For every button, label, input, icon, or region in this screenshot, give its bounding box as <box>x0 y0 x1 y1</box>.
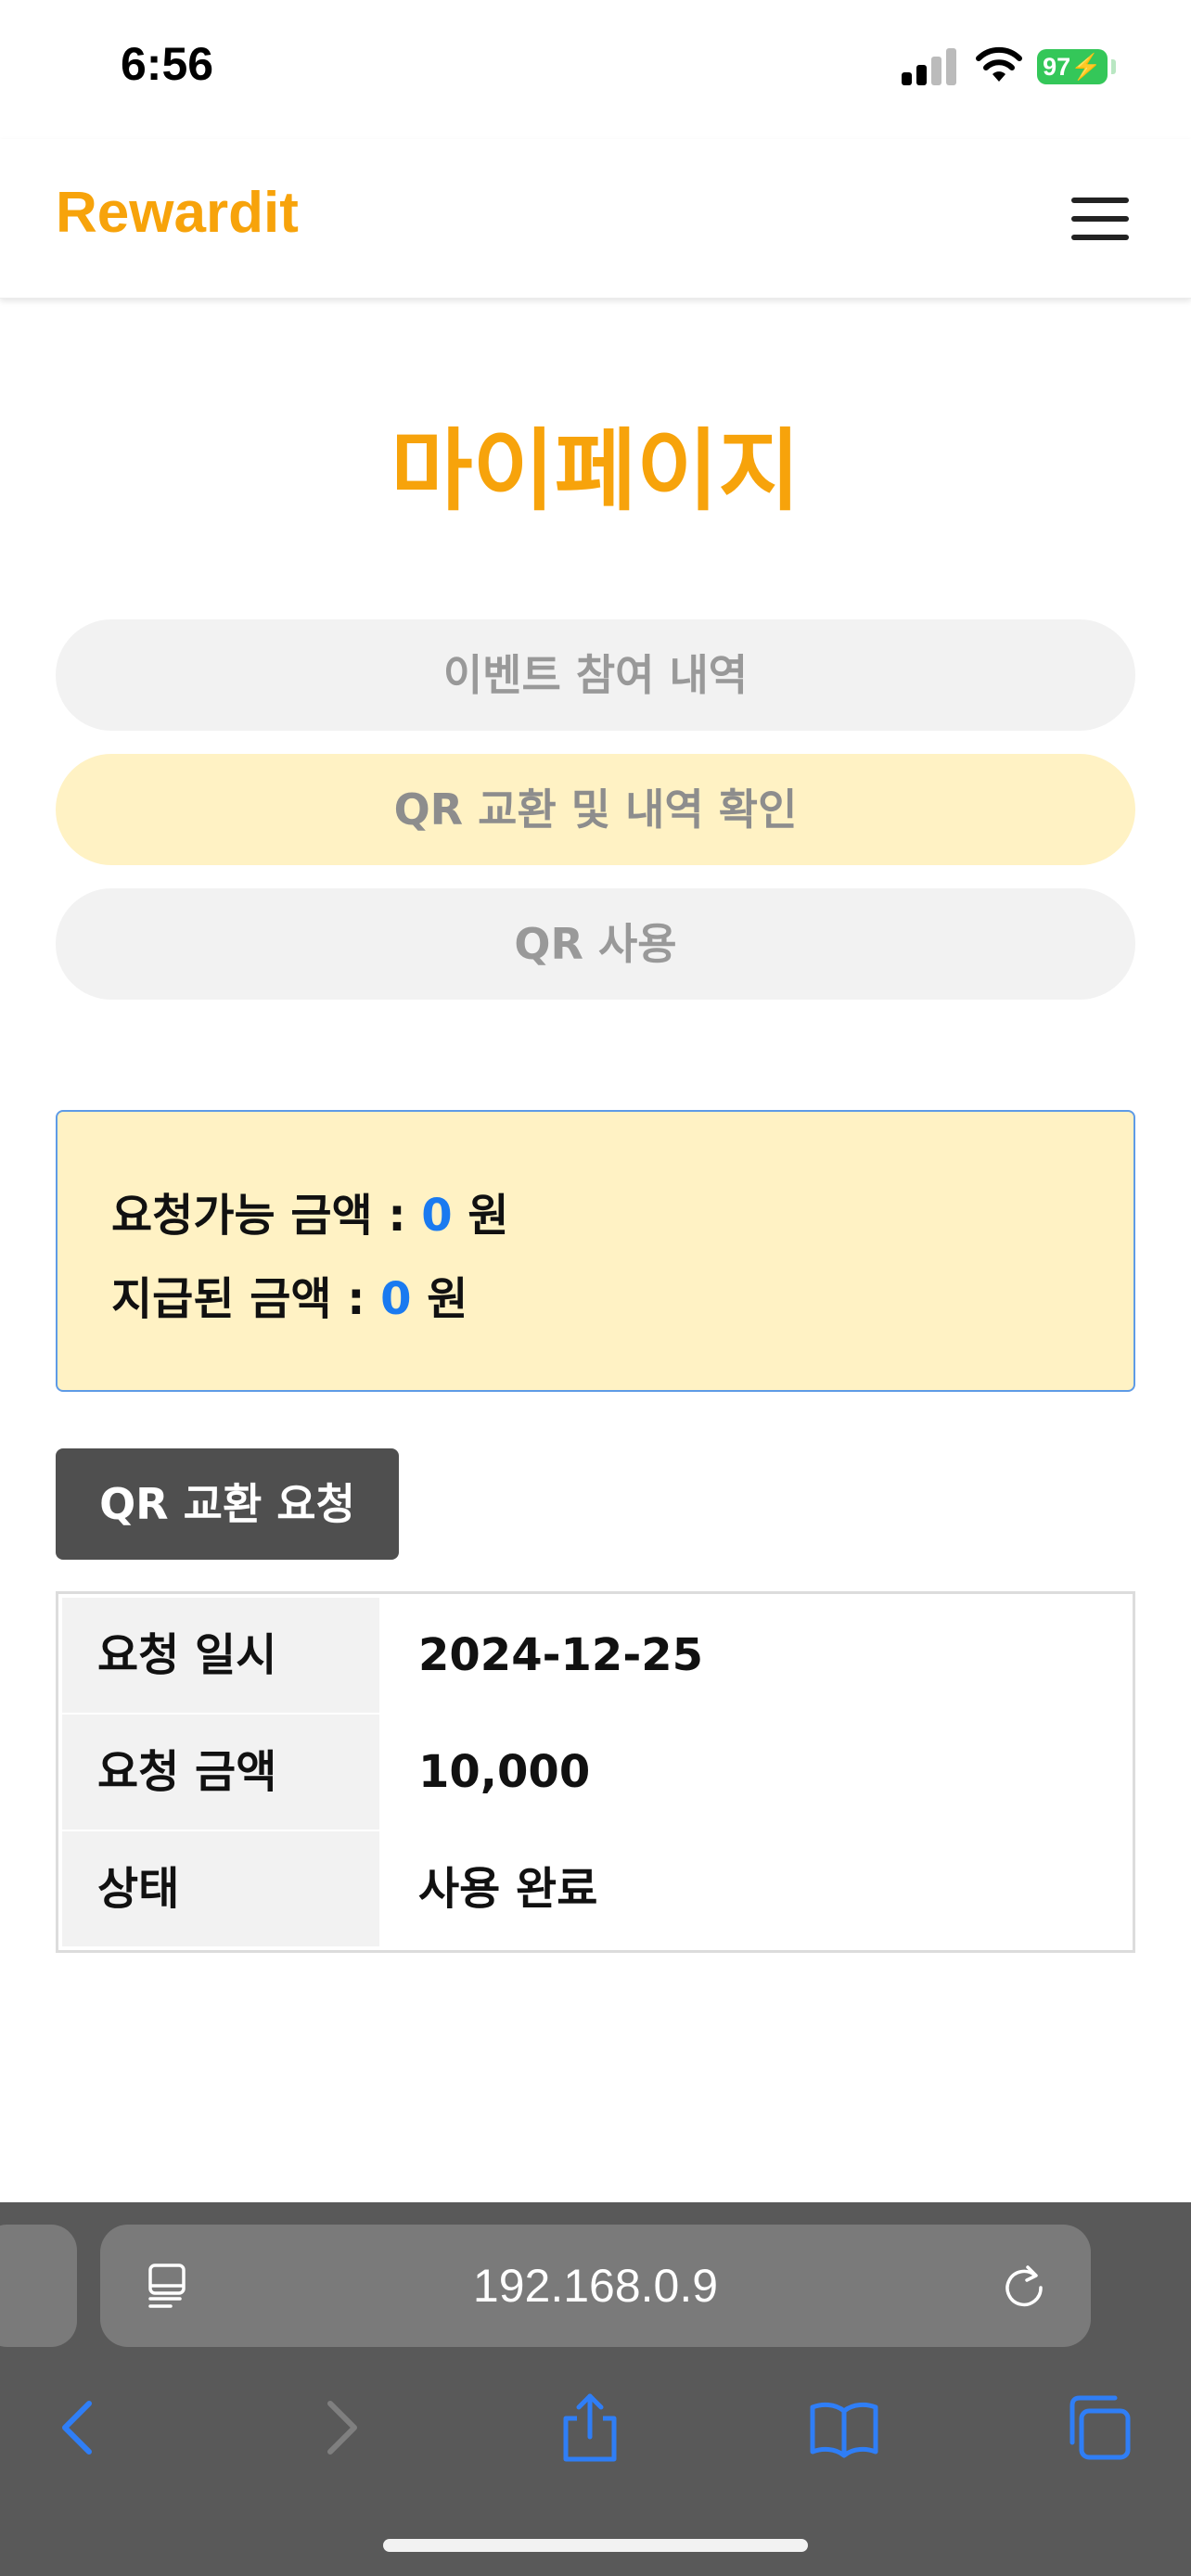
paid-amount: 지급된 금액 : 0 원 <box>111 1262 467 1327</box>
paid-amount-label: 지급된 금액 : <box>111 1273 381 1325</box>
address-url[interactable]: 192.168.0.9 <box>100 2225 1091 2347</box>
page-title: 마이페이지 <box>391 419 800 523</box>
table-row: 요청 금액 10,000 <box>62 1715 1131 1830</box>
tab-qr-use[interactable]: QR 사용 <box>56 888 1135 1000</box>
back-icon[interactable] <box>43 2391 117 2465</box>
battery-tip <box>1111 59 1116 74</box>
hamburger-menu-icon[interactable] <box>1071 198 1129 240</box>
home-indicator[interactable] <box>383 2539 808 2552</box>
table-row: 요청 일시 2024-12-25 <box>62 1598 1131 1713</box>
requestable-amount-value: 0 <box>421 1190 453 1242</box>
status-time: 6:56 <box>121 38 214 90</box>
battery-level: 97 <box>1043 53 1071 81</box>
table-value-cell: 2024-12-25 <box>418 1629 704 1681</box>
battery-icon: 97⚡ <box>1037 49 1108 84</box>
wifi-icon <box>976 46 1022 82</box>
share-icon[interactable] <box>553 2391 627 2465</box>
previous-tab-preview[interactable] <box>0 2225 77 2347</box>
cellular-signal-icon <box>902 46 957 85</box>
paid-amount-unit: 원 <box>411 1273 468 1325</box>
qr-exchange-request-button[interactable]: QR 교환 요청 <box>56 1448 399 1560</box>
page: 6:56 97⚡ Rewardit 마이페이지 이벤트 참여 내역 QR 교환 … <box>0 0 1191 2576</box>
status-bar: 6:56 97⚡ <box>0 0 1191 139</box>
bookmarks-icon[interactable] <box>807 2391 881 2465</box>
requestable-amount: 요청가능 금액 : 0 원 <box>111 1179 509 1243</box>
paid-amount-value: 0 <box>380 1273 412 1325</box>
table-header-cell: 요청 일시 <box>62 1598 379 1713</box>
requestable-amount-label: 요청가능 금액 : <box>111 1190 422 1242</box>
table-value-cell: 사용 완료 <box>418 1863 598 1915</box>
brand-logo[interactable]: Rewardit <box>56 180 299 246</box>
request-info-table: 요청 일시 2024-12-25 요청 금액 10,000 상태 사용 완료 <box>56 1591 1135 1953</box>
tab-event-history[interactable]: 이벤트 참여 내역 <box>56 619 1135 731</box>
table-row: 상태 사용 완료 <box>62 1831 1131 1946</box>
amount-summary: 요청가능 금액 : 0 원 지급된 금액 : 0 원 <box>56 1110 1135 1392</box>
table-value-cell: 10,000 <box>418 1746 591 1798</box>
reload-icon[interactable] <box>998 2260 1050 2312</box>
tab-qr-exchange[interactable]: QR 교환 및 내역 확인 <box>56 754 1135 865</box>
browser-toolbar: 192.168.0.9 <box>0 2202 1191 2576</box>
table-header-cell: 요청 금액 <box>62 1715 379 1830</box>
address-bar[interactable]: 192.168.0.9 <box>100 2225 1091 2347</box>
app-header: Rewardit <box>0 139 1191 299</box>
requestable-amount-unit: 원 <box>452 1190 509 1242</box>
forward-icon[interactable] <box>302 2391 377 2465</box>
tabs-icon[interactable] <box>1061 2391 1135 2465</box>
table-header-cell: 상태 <box>62 1831 379 1946</box>
